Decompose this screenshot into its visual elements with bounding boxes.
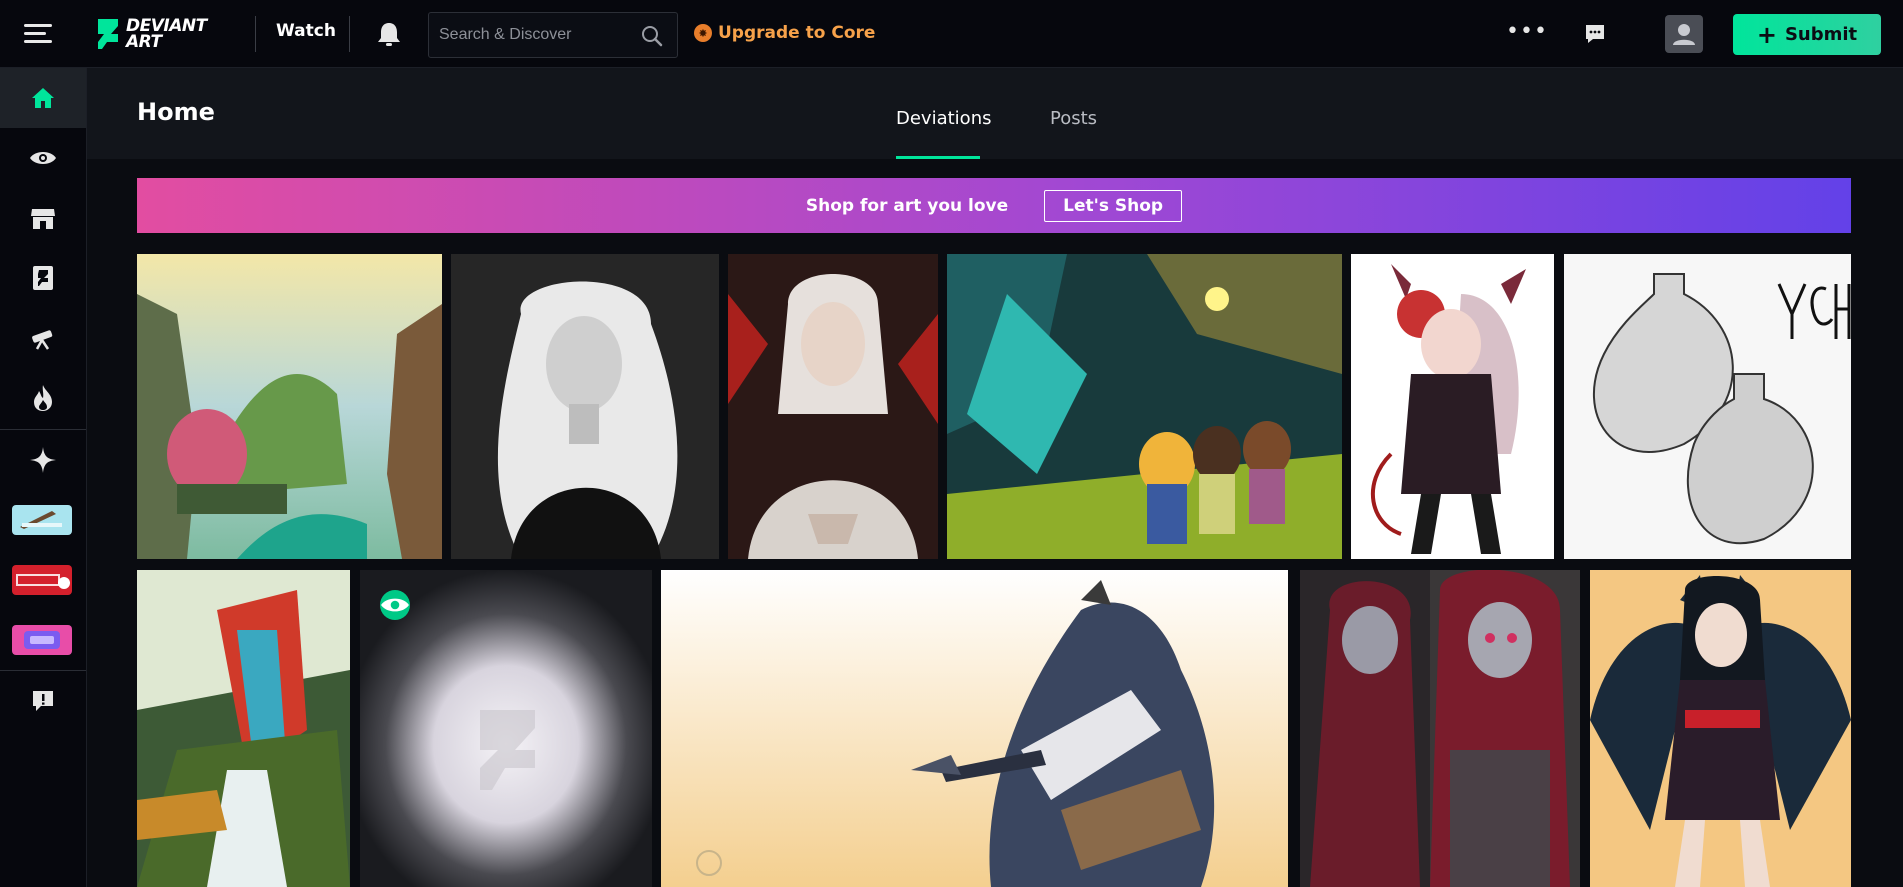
search-box[interactable] [428,12,678,58]
group-thumbnail-image [12,565,72,595]
deviation-thumbnail[interactable] [947,254,1342,559]
sidebar-item-popular[interactable] [0,368,86,428]
white-hair-portrait-artwork [451,254,719,559]
eye-icon [381,598,409,612]
assassins-creed-artwork [661,570,1288,887]
ych-sketch-artwork [1564,254,1851,559]
sparkle-icon [30,447,56,473]
plus-icon: + [1756,20,1777,49]
more-icon[interactable]: ••• [1506,21,1547,48]
group-thumbnail[interactable] [12,625,72,655]
deviation-thumbnail[interactable] [1300,570,1580,887]
fox-spirit-artwork [1590,570,1851,887]
deviation-thumbnail[interactable] [728,254,938,559]
submit-button[interactable]: + Submit [1733,14,1881,55]
group-thumbnail-image [12,625,72,655]
sidebar-item-shop[interactable] [0,188,86,248]
deviation-thumbnail[interactable] [137,570,350,887]
group-thumbnail[interactable] [12,565,72,595]
search-icon[interactable] [641,25,663,47]
search-input[interactable] [439,23,639,47]
deviation-thumbnail[interactable] [1590,570,1851,887]
bell-icon[interactable] [376,20,402,48]
deviation-thumbnail[interactable] [1564,254,1851,559]
lets-shop-button[interactable]: Let's Shop [1044,189,1183,222]
shop-icon [31,209,55,229]
sidebar-item-explore[interactable] [0,308,86,368]
user-icon [1673,24,1695,45]
deviation-thumbnail[interactable] [360,570,652,887]
adventure-kids-artwork [947,254,1342,559]
mature-content-icon[interactable] [380,590,410,620]
core-coin-icon: ✸ [694,24,712,42]
divider [349,16,350,52]
rainbow-waterfall-artwork [137,570,350,887]
telescope-icon [32,330,53,350]
shop-banner[interactable]: Shop for art you love Let's Shop [137,178,1851,233]
deviantart-logo[interactable]: DEVIANT ART [96,16,207,52]
upgrade-link[interactable]: ✸ Upgrade to Core [694,23,875,43]
home-icon [32,88,54,108]
silver-haired-figure-artwork [728,254,938,559]
feedback-icon [33,691,53,711]
sidebar-item-deviantart[interactable] [0,248,86,308]
landscape-artwork [137,254,442,559]
dark-demon-duo-artwork [1300,570,1580,887]
deviation-thumbnail[interactable] [661,570,1288,887]
tab-posts[interactable]: Posts [1050,108,1097,129]
deviantart-logo-icon [98,19,118,49]
page-header: Home Deviations Posts [87,68,1903,159]
divider [255,16,256,52]
group-thumbnail[interactable] [12,505,72,535]
sidebar [0,68,87,887]
group-thumbnail-image [12,505,72,535]
flame-icon [34,385,52,411]
tab-deviations[interactable]: Deviations [896,108,991,129]
active-tab-indicator [896,156,980,159]
sidebar-item-watch[interactable] [0,128,86,188]
logo-text: DEVIANT ART [126,16,207,52]
deviation-thumbnail[interactable] [137,254,442,559]
demon-girls-artwork [1351,254,1554,559]
deviation-thumbnail[interactable] [1351,254,1554,559]
sidebar-item-feedback[interactable] [0,671,86,731]
chat-icon[interactable] [1583,22,1607,46]
deviantart-logo-icon [33,266,53,290]
banner-text: Shop for art you love [805,195,1009,216]
watch-link[interactable]: Watch [276,21,336,41]
main-content: Home Deviations Posts Shop for art you l… [87,68,1903,887]
sidebar-item-dreamup[interactable] [0,430,86,490]
deviation-thumbnail[interactable] [451,254,719,559]
top-bar: DEVIANT ART Watch ✸ Upgrade to Core ••• [0,0,1903,68]
avatar[interactable] [1665,15,1703,53]
menu-icon[interactable] [24,22,52,46]
eye-icon [30,152,56,164]
sidebar-item-home[interactable] [0,68,86,128]
page-title: Home [137,98,215,126]
